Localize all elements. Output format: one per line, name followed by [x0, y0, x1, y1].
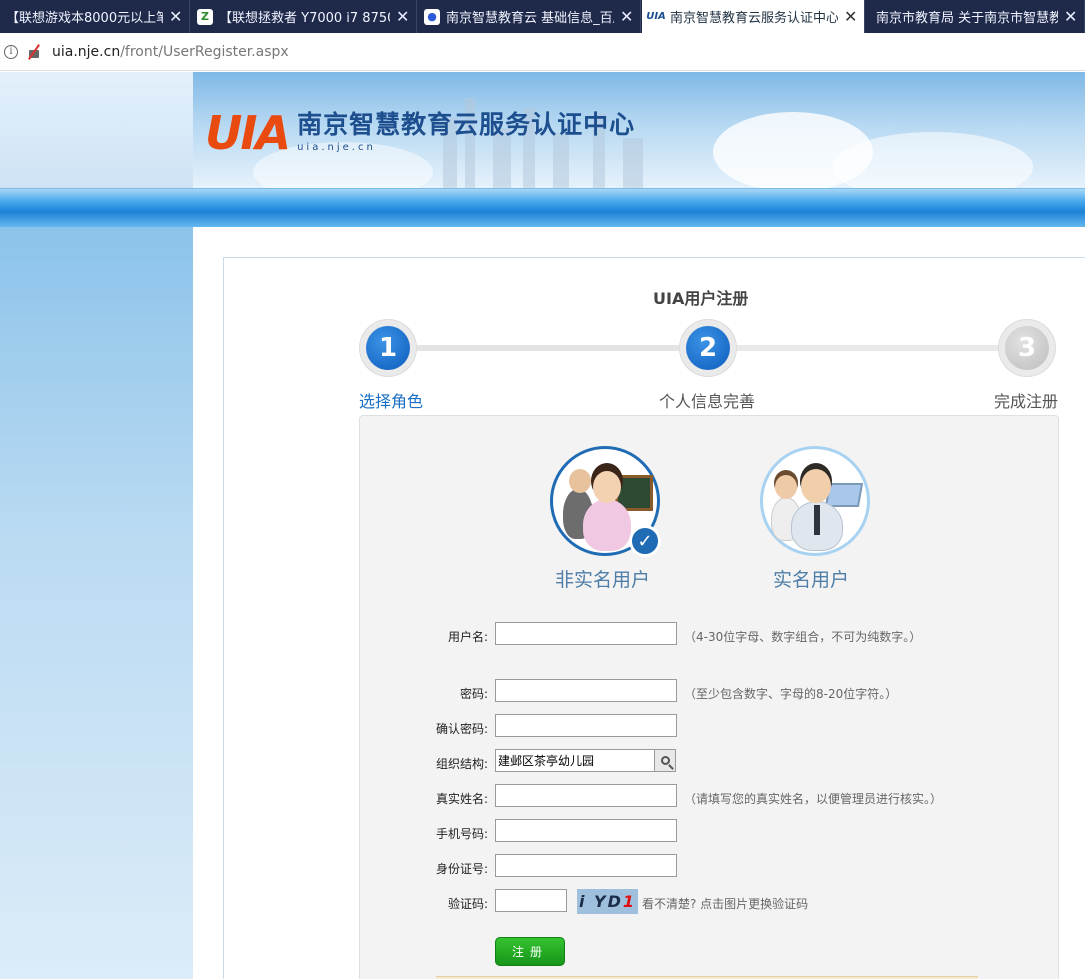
realname-label: 真实姓名:: [435, 792, 488, 806]
person-head-icon: [569, 469, 591, 493]
uia-logo: UIA: [205, 106, 291, 160]
confirm-password-input[interactable]: [495, 714, 677, 737]
browser-tab[interactable]: 【联想游戏本8000元以上笔记本 ✕: [0, 0, 190, 33]
banner-left-fill: [0, 72, 193, 188]
step-1: 1: [359, 319, 417, 377]
username-hint: （4-30位字母、数字组合，不可为纯数字。）: [684, 630, 922, 644]
info-icon[interactable]: i: [4, 44, 18, 59]
step-1-label: 选择角色: [359, 392, 424, 411]
person-head-icon: [801, 469, 831, 503]
nav-bar: [0, 188, 1085, 227]
idcard-label: 身份证号:: [435, 862, 488, 876]
captcha-label: 验证码:: [447, 897, 488, 911]
person-head-icon: [775, 475, 797, 499]
role-nonrealname-label[interactable]: 非实名用户: [555, 565, 650, 592]
tab-title: 【联想游戏本8000元以上笔记本: [6, 11, 163, 26]
username-input[interactable]: [495, 622, 677, 645]
person-head-icon: [593, 471, 621, 503]
browser-tab-active[interactable]: UIA 南京智慧教育云服务认证中心- ✕: [642, 0, 865, 33]
tab-title: 南京智慧教育云服务认证中心-: [670, 11, 838, 26]
captcha-refresh-hint[interactable]: 看不清楚? 点击图片更换验证码: [642, 895, 808, 912]
org-search-button[interactable]: [654, 749, 676, 772]
confirm-password-label: 确认密码:: [435, 722, 488, 736]
close-icon[interactable]: ✕: [844, 7, 858, 26]
progress-line-todo: [708, 345, 1028, 351]
tab-title: 南京智慧教育云 基础信息_百度: [446, 11, 614, 26]
phone-label: 手机号码:: [435, 827, 488, 841]
close-icon[interactable]: ✕: [396, 7, 410, 26]
captcha-input[interactable]: [495, 889, 567, 912]
url-host: uia.nje.cn: [52, 43, 121, 60]
role-nonrealname-option[interactable]: ✓: [550, 446, 661, 557]
org-input[interactable]: [495, 749, 655, 772]
address-bar[interactable]: i uia.nje.cn/front/UserRegister.aspx: [0, 33, 1085, 71]
tab-title: 【联想拯救者 Y7000 i7 8750H: [219, 11, 390, 26]
url-text[interactable]: uia.nje.cn/front/UserRegister.aspx: [52, 44, 289, 60]
close-icon[interactable]: ✕: [169, 7, 183, 26]
site-domain: uia.nje.cn: [297, 142, 376, 153]
phone-input[interactable]: [495, 819, 677, 842]
captcha-image[interactable]: i YD 1: [577, 889, 638, 914]
password-input[interactable]: [495, 679, 677, 702]
checkmark-icon: ✓: [629, 525, 661, 557]
url-path: /front/UserRegister.aspx: [120, 43, 289, 60]
tie-icon: [814, 505, 820, 535]
site-logo: UIA 南京智慧教育云服务认证中心 uia.nje.cn: [205, 110, 635, 156]
zol-icon: Z: [197, 8, 213, 25]
close-icon[interactable]: ✕: [620, 7, 634, 26]
username-label: 用户名:: [447, 630, 488, 644]
uia-icon: UIA: [646, 11, 666, 22]
header-banner: UIA 南京智慧教育云服务认证中心 uia.nje.cn: [193, 72, 1085, 188]
role-realname-label[interactable]: 实名用户: [773, 565, 849, 592]
role-realname-option[interactable]: [760, 446, 870, 556]
realname-input[interactable]: [495, 784, 677, 807]
search-icon: [660, 756, 670, 765]
browser-tab[interactable]: ● 南京智慧教育云 基础信息_百度 ✕: [418, 0, 641, 33]
browser-tab-bar: 【联想游戏本8000元以上笔记本 ✕ Z 【联想拯救者 Y7000 i7 875…: [0, 0, 1085, 33]
not-secure-icon[interactable]: [26, 44, 42, 60]
step-3: 3: [998, 319, 1056, 377]
close-icon[interactable]: ✕: [1064, 7, 1078, 26]
realname-hint: （请填写您的真实姓名，以便管理员进行核实。）: [684, 792, 943, 806]
step-3-label: 完成注册: [994, 392, 1059, 411]
browser-tab[interactable]: Z 【联想拯救者 Y7000 i7 8750H ✕: [191, 0, 417, 33]
org-label: 组织结构:: [435, 757, 488, 771]
baidu-paw-icon: ●: [424, 8, 440, 25]
idcard-input[interactable]: [495, 854, 677, 877]
password-hint: （至少包含数字、字母的8-20位字符。）: [684, 687, 898, 701]
person-icon: [583, 499, 631, 551]
step-2: 2: [679, 319, 737, 377]
register-button[interactable]: 注册: [495, 937, 565, 966]
password-label: 密码:: [459, 687, 488, 701]
step-2-label: 个人信息完善: [659, 392, 756, 411]
site-name: 南京智慧教育云服务认证中心: [297, 110, 636, 139]
page-title: UIA用户注册: [653, 289, 749, 308]
tab-title: 南京市教育局 关于南京市智慧教育: [876, 11, 1058, 26]
left-column-fill: [0, 227, 193, 979]
progress-line-done: [388, 345, 708, 351]
browser-tab[interactable]: 南京市教育局 关于南京市智慧教育 ✕: [866, 0, 1085, 33]
